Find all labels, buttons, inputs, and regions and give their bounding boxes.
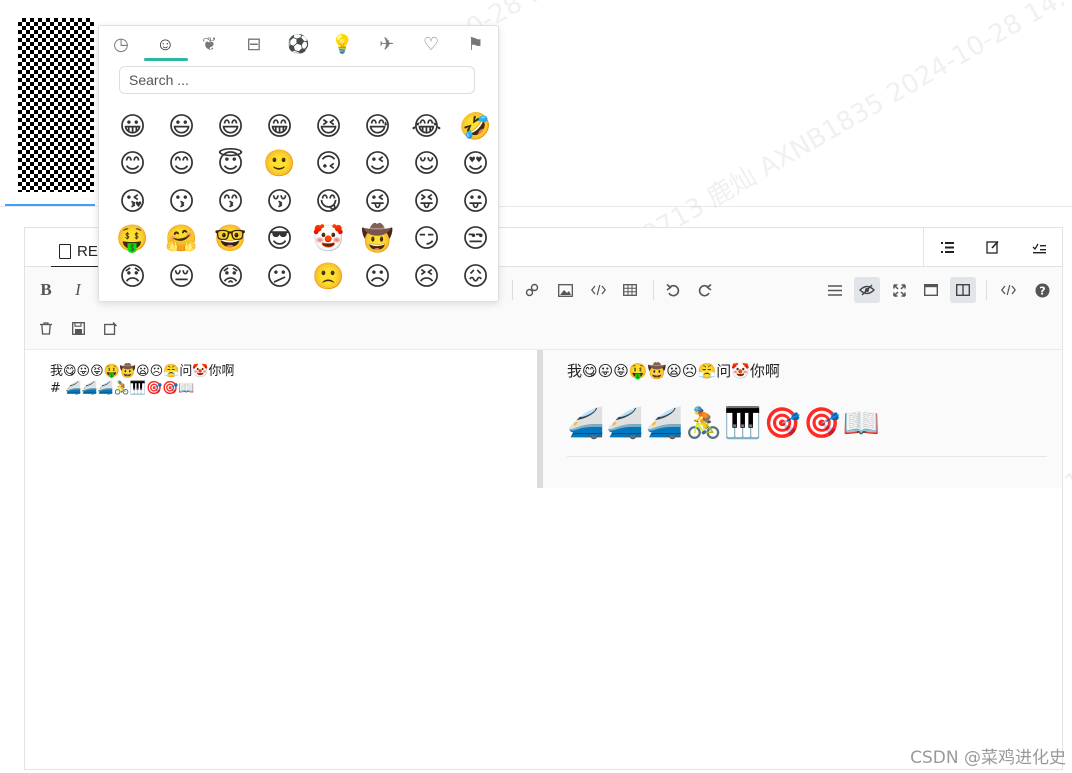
qr-code-image [18,18,94,192]
emoji-option[interactable]: 😊 [157,146,206,184]
redo-icon[interactable] [692,277,718,303]
image-icon[interactable] [552,277,578,303]
toolbar-separator [653,280,654,300]
new-document-icon[interactable] [97,315,123,341]
emoji-option[interactable]: 😅 [353,108,402,146]
category-activity-icon[interactable]: ⚽ [276,30,320,58]
emoji-option[interactable]: 😀 [108,108,157,146]
emoji-option[interactable]: 😂 [402,108,451,146]
code-icon[interactable] [585,277,611,303]
category-travel-icon[interactable]: ✈ [365,30,409,58]
emoji-option[interactable]: 😜 [353,183,402,221]
emoji-option[interactable]: 😉 [353,146,402,184]
emoji-option[interactable]: 😕 [255,258,304,296]
toc-icon[interactable] [822,277,848,303]
emoji-option[interactable]: 😣 [402,258,451,296]
emoji-option[interactable]: 🙂 [255,146,304,184]
preview-toggle-icon[interactable] [854,277,880,303]
source-editor[interactable]: 我😋😛😝🤑🤠😦☹😤问🤡你啊 # 🚄🚄🚄🚴🎹🎯🎯📖 [25,350,537,768]
csdn-credit: CSDN @菜鸡进化史 [910,748,1066,768]
emoji-option[interactable]: 🤣 [451,108,500,146]
bold-button[interactable]: B [33,277,59,303]
source-line-1[interactable]: 我😋😛😝🤑🤠😦☹😤问🤡你啊 [50,360,235,379]
emoji-option[interactable]: 🤠 [353,221,402,259]
emoji-option[interactable]: 😒 [451,221,500,259]
active-tab-indicator [5,204,95,206]
emoji-option[interactable]: 😍 [451,146,500,184]
emoji-grid: 😀 😃 😄 😁 😆 😅 😂 🤣 😊 😊 😇 🙂 🙃 😉 😌 😍 😘 😗 😙 😚 😋 😜 😝 😛 🤑 🤗 🤓 😎 🤡 🤠 😏 😒 😞 😔 😟 😕 🙁 ☹ 😣 😖 [108,108,492,296]
fullscreen-icon[interactable] [886,277,912,303]
table-icon[interactable] [617,277,643,303]
svg-text:?: ? [1039,284,1045,297]
emoji-option[interactable]: 😚 [255,183,304,221]
toolbar-separator [986,280,987,300]
html-code-icon[interactable] [995,277,1021,303]
category-smileys-icon[interactable]: ☺ [143,30,187,58]
emoji-option[interactable]: 😗 [157,183,206,221]
emoji-option[interactable]: 😙 [206,183,255,221]
emoji-option[interactable]: ☹ [353,258,402,296]
emoji-search-input[interactable] [119,66,475,94]
emoji-category-bar: ◷ ☺ ❦ ⊟ ⚽ 💡 ✈ ♡ ⚑ [99,26,498,61]
edit-icon[interactable] [970,228,1016,266]
category-recent-icon[interactable]: ◷ [99,30,143,58]
emoji-option[interactable]: 😔 [157,258,206,296]
preview-pane: 我😋😛😝🤑🤠😦☹😤问🤡你啊 🚄🚄🚄🚴🎹🎯🎯📖 [543,350,1062,488]
emoji-option[interactable]: 😃 [157,108,206,146]
window-icon[interactable] [918,277,944,303]
preview-heading: 🚄🚄🚄🚴🎹🎯🎯📖 [567,406,882,441]
notebook-icon [59,243,71,259]
emoji-option[interactable]: 🤑 [108,221,157,259]
category-flags-icon[interactable]: ⚑ [453,30,497,58]
category-nature-icon[interactable]: ❦ [188,30,232,58]
emoji-option[interactable]: 😊 [108,146,157,184]
italic-button[interactable]: I [65,277,91,303]
category-objects-icon[interactable]: 💡 [321,30,365,58]
emoji-option[interactable]: 😘 [108,183,157,221]
emoji-option[interactable]: 🤗 [157,221,206,259]
emoji-option[interactable]: 🤓 [206,221,255,259]
split-view-icon[interactable] [950,277,976,303]
emoji-option[interactable]: 😋 [304,183,353,221]
header-actions [923,228,1062,266]
emoji-option[interactable]: 😆 [304,108,353,146]
category-symbols-icon[interactable]: ♡ [409,30,453,58]
toolbar-separator [512,280,513,300]
emoji-option[interactable]: 😁 [255,108,304,146]
emoji-option[interactable]: 😝 [402,183,451,221]
link-icon[interactable] [519,277,545,303]
menu-icon[interactable] [924,228,970,266]
emoji-option[interactable]: 🤡 [304,221,353,259]
emoji-option[interactable]: 🙃 [304,146,353,184]
emoji-option[interactable]: 😖 [451,258,500,296]
emoji-option[interactable]: 😌 [402,146,451,184]
emoji-option[interactable]: 😎 [255,221,304,259]
undo-icon[interactable] [660,277,686,303]
save-icon[interactable] [65,315,91,341]
help-icon[interactable]: ? [1029,277,1055,303]
emoji-option[interactable]: 😞 [108,258,157,296]
emoji-option[interactable]: 😄 [206,108,255,146]
active-category-indicator [144,58,188,61]
emoji-option[interactable]: 😟 [206,258,255,296]
checklist-icon[interactable] [1016,228,1062,266]
preview-paragraph: 我😋😛😝🤑🤠😦☹😤问🤡你啊 [567,362,780,380]
emoji-option[interactable]: 😛 [451,183,500,221]
category-food-icon[interactable]: ⊟ [232,30,276,58]
markdown-editor: README.md B I [24,227,1063,770]
emoji-option[interactable]: 😇 [206,146,255,184]
emoji-option[interactable]: 🙁 [304,258,353,296]
source-line-2[interactable]: # 🚄🚄🚄🚴🎹🎯🎯📖 [50,381,195,396]
emoji-picker: ◷☺❦⊟⚽💡✈♡⚑ 😀😃😄😁😆😅😂🤣😊😊😇🙂🙃😉😌😍😘😗😙😚😋😜😝😛🤑🤗🤓😎🤡🤠… [98,25,499,302]
heading-rule [567,456,1047,457]
trash-icon[interactable] [33,315,59,341]
emoji-option[interactable]: 😏 [402,221,451,259]
